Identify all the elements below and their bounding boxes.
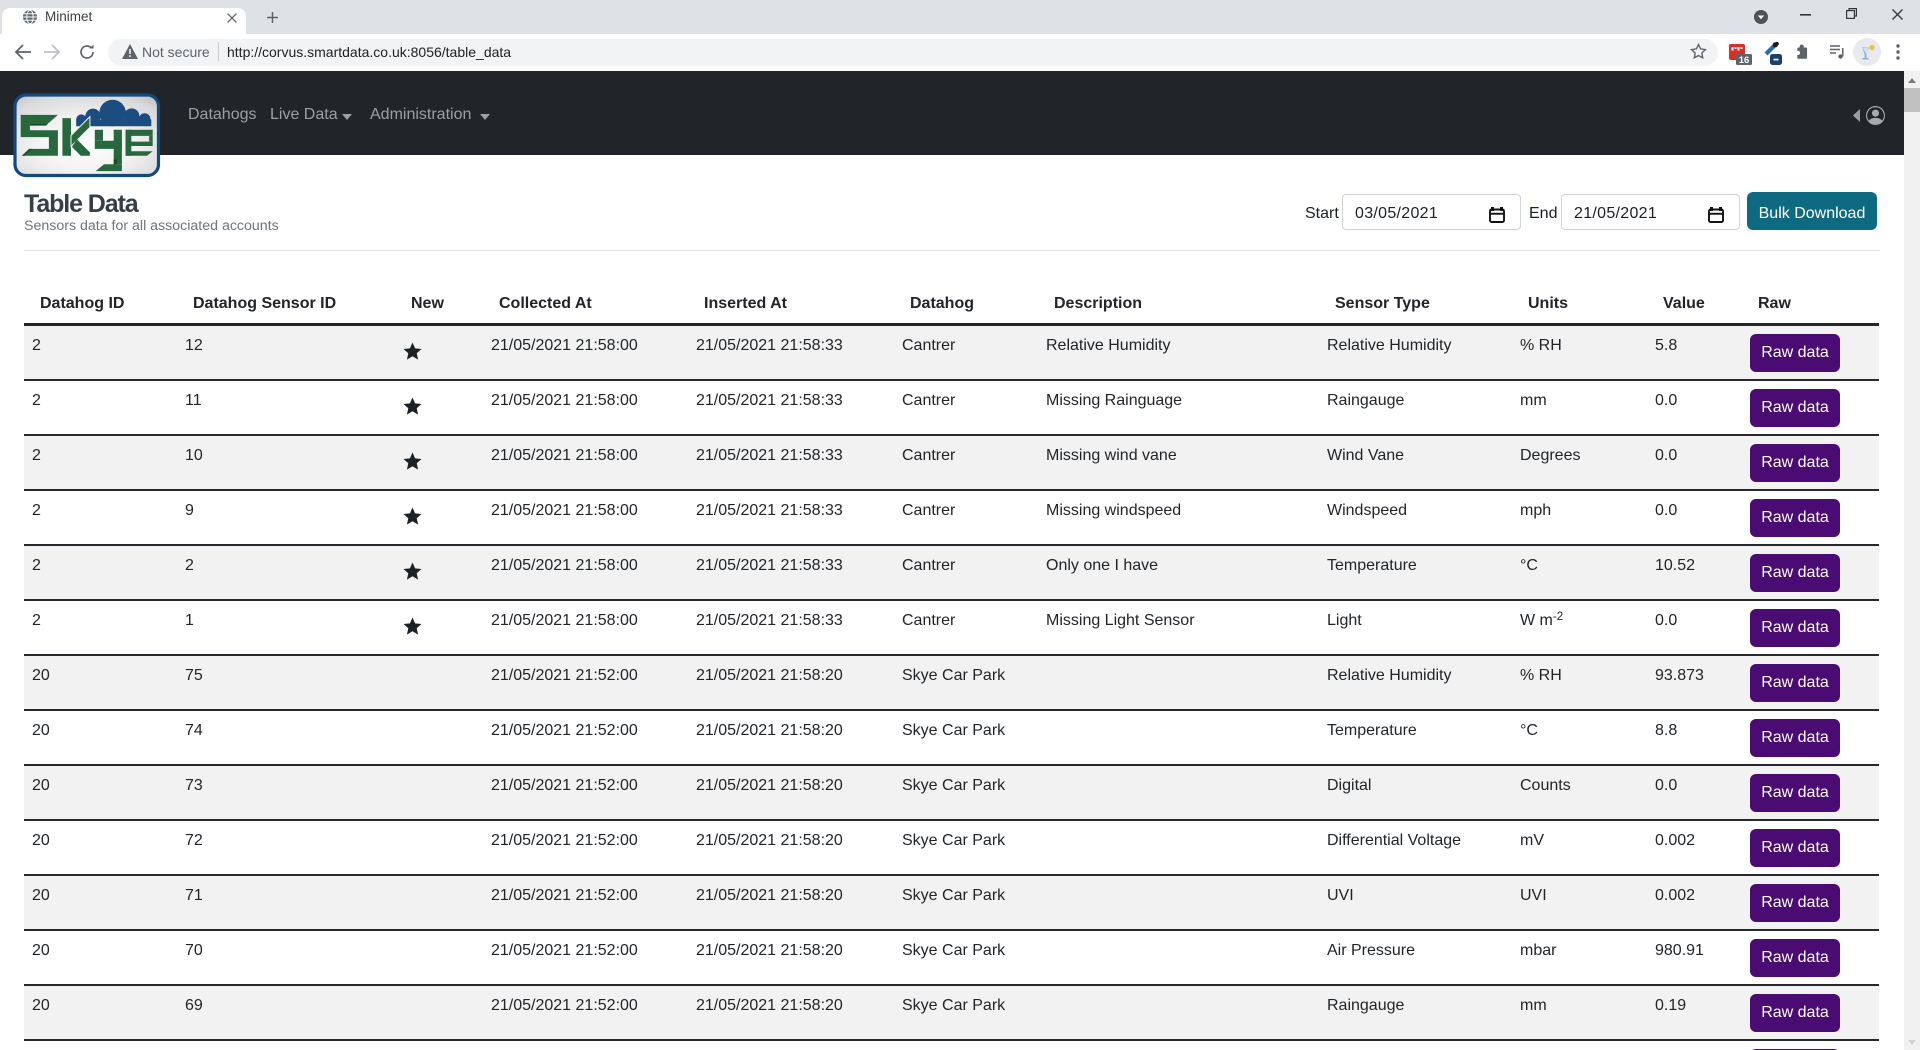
svg-text:16: 16 [1739,55,1750,65]
